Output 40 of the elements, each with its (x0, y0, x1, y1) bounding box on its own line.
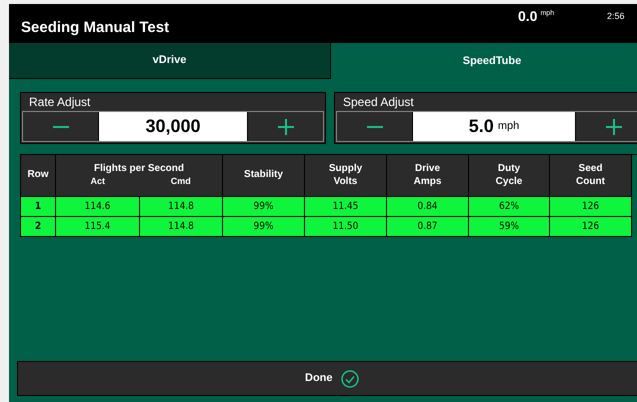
adjust-label: Rate Adjust (28, 94, 92, 111)
clock-time: 2:56 (607, 10, 625, 23)
unit-label: mph (498, 119, 520, 134)
table-cell: 126 (550, 217, 632, 237)
table-cell: 11.50 (305, 217, 387, 237)
adjust-value: 30,000 (145, 115, 201, 138)
plus-icon (278, 118, 294, 134)
adjust-label: Speed Adjust (342, 94, 415, 111)
column-header: Drive Amps (387, 155, 469, 197)
table-cell: 99% (223, 217, 305, 237)
column-header: Stability (223, 155, 305, 197)
check-circle-icon (340, 370, 358, 388)
done-button[interactable]: Done (17, 361, 637, 396)
table-cell: 2 (21, 217, 56, 237)
table-cell: 1 (21, 197, 56, 217)
column-header: Duty Cycle (469, 155, 550, 197)
column-header: Row (21, 155, 56, 197)
group-header-label: Flights per Second (92, 162, 185, 175)
table-cell: 0.87 (387, 217, 469, 237)
column-subheader: Act (89, 175, 106, 188)
table-cell: 59% (469, 217, 550, 237)
table-cell: 114.8 (140, 217, 223, 237)
tab[interactable]: vDrive (9, 43, 331, 79)
screen-title: Seeding Manual Test (21, 18, 170, 38)
plus-icon (606, 118, 622, 134)
minus-icon (366, 126, 382, 128)
speed-value: 0.0 (518, 7, 538, 26)
table-cell: 115.4 (56, 217, 140, 237)
table-cell: 114.8 (140, 197, 223, 217)
adjust-value: 5.0 (468, 115, 494, 138)
column-subheader: Cmd (170, 175, 192, 188)
table-cell: 126 (550, 197, 632, 217)
table-cell: 114.6 (56, 197, 140, 217)
column-header: Seed Count (550, 155, 632, 197)
table-cell: 62% (469, 197, 550, 217)
table-cell: 99% (223, 197, 305, 217)
table-cell: 0.84 (387, 197, 469, 217)
column-header: Supply Volts (305, 155, 387, 197)
minus-icon (52, 126, 68, 128)
table-cell: 11.45 (305, 197, 387, 217)
